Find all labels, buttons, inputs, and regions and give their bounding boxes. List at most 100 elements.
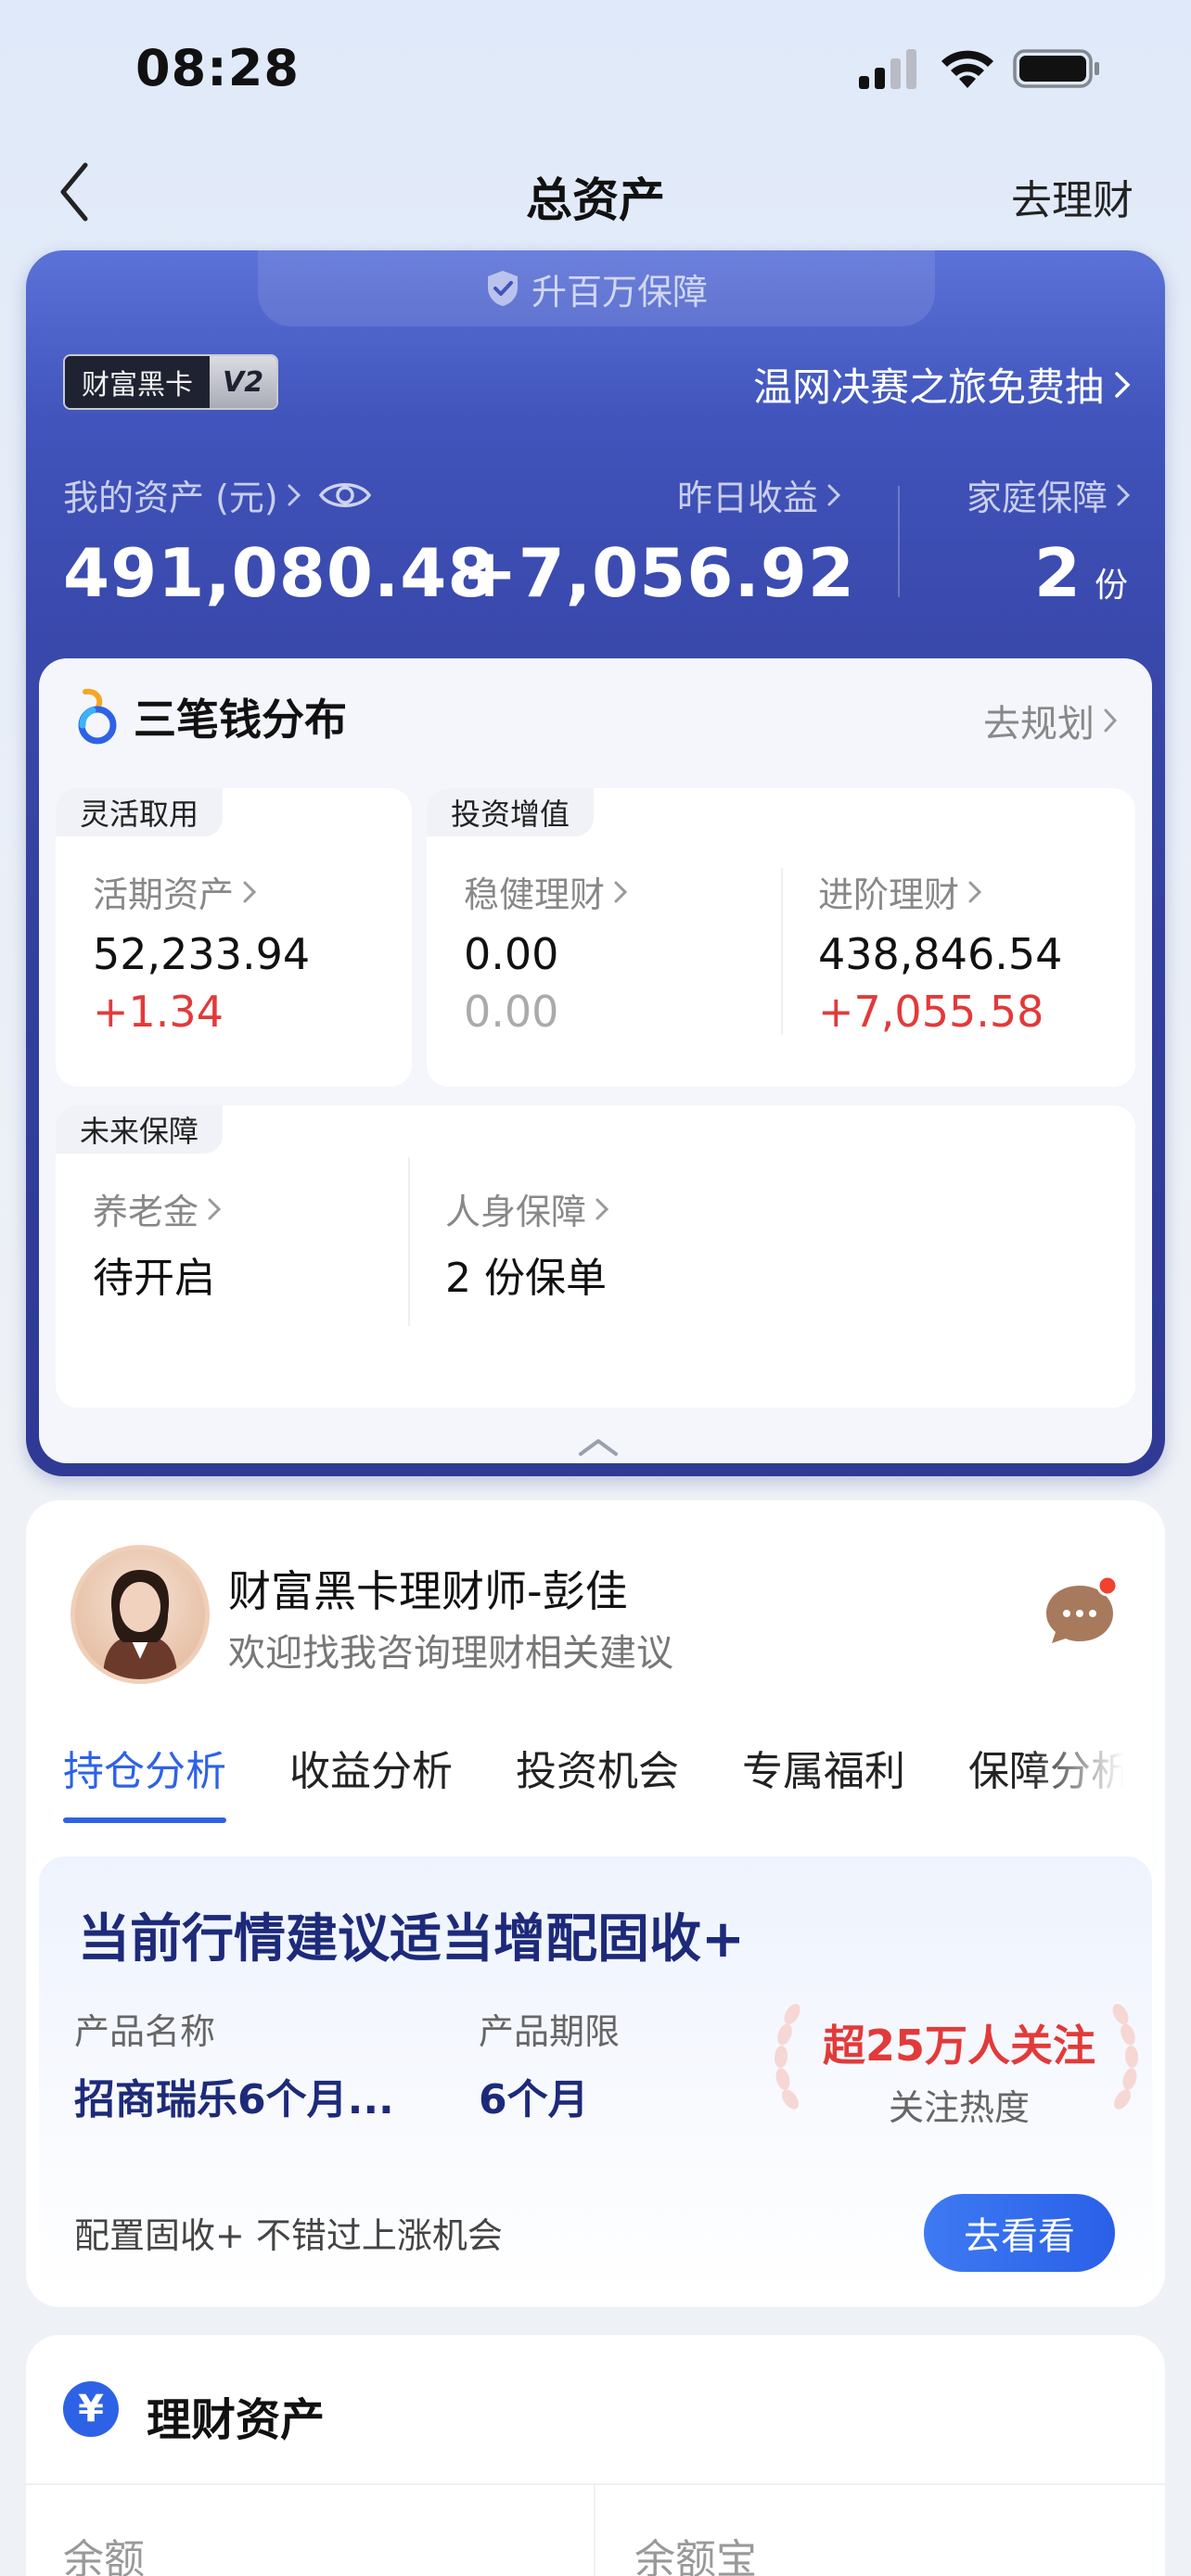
go-finance-link[interactable]: 去理财	[1011, 167, 1133, 226]
promo-text: 温网决赛之旅免费抽	[752, 364, 1104, 410]
yen-icon: ¥	[63, 2381, 119, 2437]
invest-divider	[781, 868, 783, 1035]
recommendation-footer: 配置固收+ 不错过上涨机会	[74, 2215, 503, 2256]
chevron-right-icon	[614, 881, 628, 902]
battery-icon	[1013, 49, 1099, 88]
steady-finance-label: 稳健理财	[464, 874, 606, 915]
invest-tag: 投资增值	[427, 788, 595, 836]
flexible-box[interactable]: 灵活取用 活期资产 52,233.94 +1.34	[56, 788, 412, 1087]
flexible-tag: 灵活取用	[56, 788, 224, 836]
family-protection-value-row: 2 份	[1034, 534, 1128, 612]
chevron-right-icon	[1117, 484, 1131, 505]
pension-label-row[interactable]: 养老金	[93, 1183, 223, 1234]
three-money-logo-icon	[78, 688, 117, 745]
current-assets-label: 活期资产	[93, 874, 235, 915]
laurel-left-icon	[774, 2004, 800, 2110]
advisor-subtitle: 欢迎找我咨询理财相关建议	[228, 1632, 673, 1675]
product-term: 6个月	[479, 2076, 589, 2123]
chevron-right-icon	[1104, 708, 1118, 733]
current-assets-value: 52,233.94	[93, 929, 311, 979]
advanced-finance-label: 进阶理财	[818, 874, 960, 915]
my-assets-value: 491,080.48	[63, 534, 495, 612]
advanced-finance-label-row[interactable]: 进阶理财	[818, 866, 983, 917]
status-icons	[857, 46, 1102, 91]
analysis-tabs: 持仓分析 收益分析 投资机会 专属福利 保障分析	[63, 1738, 1165, 1830]
tab-holding-analysis[interactable]: 持仓分析	[63, 1738, 226, 1823]
product-term-label: 产品期限	[479, 2011, 621, 2052]
chevron-right-icon	[243, 881, 257, 902]
laurel-right-icon	[1112, 2004, 1139, 2110]
advisor-name: 财富黑卡理财师-彭佳	[228, 1566, 628, 1616]
pension-label: 养老金	[93, 1192, 199, 1232]
product-name: 招商瑞乐6个月...	[74, 2076, 394, 2123]
my-assets-label-row[interactable]: 我的资产 (元)	[63, 469, 373, 520]
wifi-icon	[941, 50, 993, 88]
go-plan-link[interactable]: 去规划	[983, 694, 1119, 747]
family-protection-unit: 份	[1094, 567, 1128, 605]
invest-box: 投资增值 稳健理财 0.00 0.00 进阶理财 438,846.54 +7,0…	[427, 788, 1135, 1087]
future-divider	[408, 1157, 410, 1326]
steady-finance-value: 0.00	[464, 929, 559, 979]
family-protection-label: 家庭保障	[966, 478, 1108, 518]
advisor-portrait-icon	[103, 1570, 177, 1679]
guarantee-upgrade-label: 升百万保障	[531, 271, 708, 312]
yuebao-label[interactable]: 余额宝	[634, 2526, 757, 2576]
my-assets-label: 我的资产 (元)	[63, 478, 278, 518]
badge-name: 财富黑卡	[65, 356, 210, 408]
steady-finance-change: 0.00	[464, 987, 559, 1037]
future-box: 未来保障 养老金 待开启 人身保障 2 份保单	[56, 1105, 1135, 1408]
advanced-finance-change: +7,055.58	[818, 987, 1044, 1037]
current-assets-label-row[interactable]: 活期资产	[93, 866, 258, 917]
yesterday-income-label: 昨日收益	[676, 478, 818, 518]
distribution-panel: 三笔钱分布 去规划 灵活取用 活期资产 52,233.94 +1.34 投资增值…	[39, 658, 1152, 1463]
status-time: 08:28	[135, 39, 300, 97]
assets-column-divider	[594, 2483, 596, 2576]
yesterday-income-value: +7,056.92	[461, 534, 855, 612]
yesterday-income-label-row[interactable]: 昨日收益	[677, 469, 842, 520]
finance-assets-title: 理财资产	[147, 2394, 326, 2446]
tab-income-analysis[interactable]: 收益分析	[289, 1738, 453, 1812]
chevron-right-icon	[968, 881, 982, 902]
advanced-finance-value: 438,846.54	[818, 929, 1063, 979]
pension-value: 待开启	[93, 1255, 215, 1302]
balance-label[interactable]: 余额	[63, 2526, 145, 2576]
go-plan-label: 去规划	[983, 703, 1095, 746]
finance-assets-card: ¥ 理财资产 余额 余额宝	[26, 2335, 1165, 2576]
attention-count: 超25万人关注	[822, 2021, 1095, 2071]
distribution-title-row: 三笔钱分布	[74, 686, 347, 747]
chat-bubble-icon[interactable]	[1041, 1575, 1122, 1649]
tab-exclusive-benefits[interactable]: 专属福利	[742, 1738, 905, 1812]
insurance-label: 人身保障	[445, 1192, 587, 1232]
wealth-card-badge: 财富黑卡 V2	[63, 354, 279, 410]
collapse-chevron-up-icon[interactable]	[577, 1435, 620, 1458]
chevron-right-icon	[827, 484, 841, 505]
chevron-right-icon	[288, 484, 301, 505]
signal-icon	[859, 49, 916, 89]
family-protection-value: 2	[1033, 534, 1082, 612]
tabs-fade-overlay	[1028, 1732, 1165, 1825]
assets-divider	[26, 2483, 1165, 2485]
summary-divider	[898, 486, 900, 597]
attention-label: 关注热度	[888, 2087, 1030, 2128]
future-tag: 未来保障	[56, 1105, 224, 1154]
advisor-avatar[interactable]	[70, 1545, 210, 1684]
recommendation-title: 当前行情建议适当增配固收+	[78, 1909, 745, 1970]
family-protection-label-row[interactable]: 家庭保障	[967, 469, 1132, 520]
chevron-right-icon	[208, 1198, 222, 1219]
promo-link[interactable]: 温网决赛之旅免费抽	[753, 356, 1132, 413]
advisor-card: 财富黑卡理财师-彭佳 欢迎找我咨询理财相关建议 持仓分析 收益分析 投资机会 专…	[26, 1500, 1165, 2307]
product-name-label: 产品名称	[74, 2011, 216, 2052]
distribution-title: 三笔钱分布	[134, 695, 347, 745]
tab-investment-opportunity[interactable]: 投资机会	[516, 1738, 679, 1812]
insurance-value: 2 份保单	[445, 1255, 607, 1302]
steady-finance-label-row[interactable]: 稳健理财	[464, 866, 629, 917]
current-assets-change: +1.34	[93, 987, 224, 1037]
chevron-right-icon	[596, 1198, 609, 1219]
insurance-label-row[interactable]: 人身保障	[445, 1183, 610, 1234]
asset-summary-card: 升百万保障 财富黑卡 V2 温网决赛之旅免费抽 我的资产 (元) 491,080…	[26, 250, 1165, 1476]
eye-icon[interactable]	[317, 477, 373, 514]
chevron-right-icon	[1115, 371, 1131, 398]
go-see-button[interactable]: 去看看	[924, 2194, 1115, 2272]
guarantee-upgrade-tab[interactable]: 升百万保障	[258, 250, 935, 326]
badge-level: V2	[210, 356, 277, 408]
